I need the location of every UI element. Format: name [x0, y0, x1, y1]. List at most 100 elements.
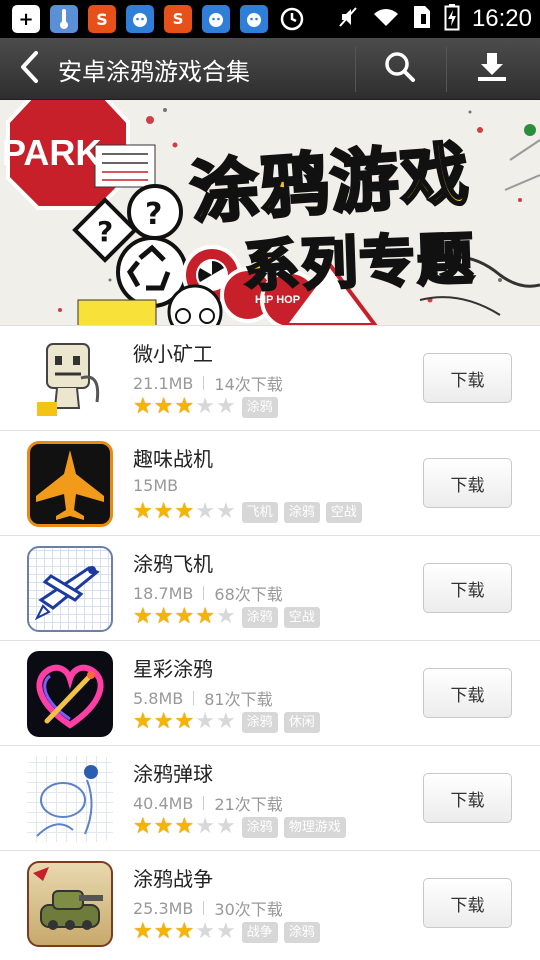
- list-item[interactable]: 涂鸦弹球 40.4MB 21次下载 ★ ★ ★ ★ ★ 涂鸦 物理游戏 下载: [0, 745, 540, 850]
- sim-icon: [412, 4, 432, 34]
- app-meta: 15MB: [133, 476, 178, 495]
- star-empty-icon: ★: [195, 394, 215, 419]
- star-filled-icon: ★: [174, 919, 195, 944]
- star-empty-icon: ★: [195, 919, 215, 944]
- app-meta: 18.7MB 68次下载: [133, 581, 283, 605]
- star-filled-icon: ★: [174, 499, 195, 524]
- star-filled-icon: ★: [153, 709, 174, 734]
- star-filled-icon: ★: [174, 394, 195, 419]
- park-sign-text: PARK: [2, 132, 102, 173]
- app-downloads: 21次下载: [214, 795, 283, 814]
- star-rating: ★ ★ ★ ★ ★: [133, 606, 236, 628]
- rating-and-tags: ★ ★ ★ ★ ★ 涂鸦 物理游戏: [133, 816, 352, 838]
- app-downloads: 68次下载: [214, 585, 283, 604]
- star-empty-icon: ★: [215, 394, 236, 419]
- star-filled-icon: ★: [153, 604, 174, 629]
- app-meta: 5.8MB 81次下载: [133, 686, 273, 710]
- search-icon: [383, 50, 417, 88]
- list-item[interactable]: 微小矿工 21.1MB 14次下载 ★ ★ ★ ★ ★ 涂鸦 下载: [0, 325, 540, 430]
- back-button[interactable]: [18, 50, 52, 88]
- star-rating: ★ ★ ★ ★ ★: [133, 921, 236, 943]
- tag: 涂鸦: [283, 501, 320, 523]
- tag: 涂鸦: [241, 606, 278, 628]
- star-empty-icon: ★: [215, 604, 236, 629]
- divider: [355, 46, 356, 92]
- app-icon-star-doodle: [27, 651, 113, 737]
- divider: [203, 376, 205, 390]
- sync-icon: [278, 5, 306, 33]
- add-icon: +: [12, 5, 40, 33]
- star-filled-icon: ★: [133, 499, 153, 524]
- android-app-icon: [202, 5, 230, 33]
- divider: [203, 796, 205, 810]
- search-button[interactable]: [370, 44, 430, 94]
- star-empty-icon: ★: [215, 919, 236, 944]
- app-size: 5.8MB: [133, 688, 184, 708]
- app-meta: 40.4MB 21次下载: [133, 791, 283, 815]
- app-list: 微小矿工 21.1MB 14次下载 ★ ★ ★ ★ ★ 涂鸦 下载 趣味战机 15MB …: [0, 325, 540, 955]
- star-filled-icon: ★: [133, 394, 153, 419]
- download-manager-button[interactable]: [462, 44, 522, 94]
- app-downloads: 81次下载: [204, 690, 273, 709]
- download-button[interactable]: 下载: [423, 668, 512, 718]
- star-filled-icon: ★: [195, 604, 215, 629]
- app-size: 40.4MB: [133, 793, 194, 813]
- star-filled-icon: ★: [174, 604, 195, 629]
- star-rating: ★ ★ ★ ★ ★: [133, 396, 236, 418]
- banner-title-line2: 系列专题: [241, 225, 478, 301]
- app-name: 涂鸦弹球: [133, 762, 213, 786]
- download-button[interactable]: 下载: [423, 458, 512, 508]
- tag: 空战: [325, 501, 362, 523]
- star-filled-icon: ★: [174, 709, 195, 734]
- list-item[interactable]: 涂鸦飞机 18.7MB 68次下载 ★ ★ ★ ★ ★ 涂鸦 空战 下载: [0, 535, 540, 640]
- star-filled-icon: ★: [133, 814, 153, 839]
- title-bar: 安卓涂鸦游戏合集: [0, 38, 540, 100]
- star-empty-icon: ★: [215, 709, 236, 734]
- svg-text:?: ?: [97, 215, 113, 248]
- download-button[interactable]: 下载: [423, 353, 512, 403]
- star-filled-icon: ★: [133, 919, 153, 944]
- battery-charging-icon: [444, 3, 460, 35]
- tag: 涂鸦: [241, 816, 278, 838]
- tag: 空战: [283, 606, 320, 628]
- app-icon-fighter: [27, 441, 113, 527]
- tag: 飞机: [241, 501, 278, 523]
- tag: 涂鸦: [241, 396, 278, 418]
- store-icon: S: [164, 5, 192, 33]
- app-size: 25.3MB: [133, 898, 194, 918]
- star-rating: ★ ★ ★ ★ ★: [133, 711, 236, 733]
- star-empty-icon: ★: [215, 814, 236, 839]
- svg-text:?: ?: [145, 197, 162, 232]
- download-button[interactable]: 下载: [423, 773, 512, 823]
- app-downloads: 14次下载: [214, 375, 283, 394]
- star-filled-icon: ★: [153, 919, 174, 944]
- app-name: 微小矿工: [133, 342, 213, 366]
- download-icon: [475, 50, 509, 88]
- list-item[interactable]: 趣味战机 15MB ★ ★ ★ ★ ★ 飞机 涂鸦 空战 下载: [0, 430, 540, 535]
- notification-icons: + S S: [12, 5, 306, 33]
- app-name: 涂鸦飞机: [133, 552, 213, 576]
- download-button[interactable]: 下载: [423, 563, 512, 613]
- list-item[interactable]: 星彩涂鸦 5.8MB 81次下载 ★ ★ ★ ★ ★ 涂鸦 休闲 下载: [0, 640, 540, 745]
- android-app-icon: [126, 5, 154, 33]
- star-filled-icon: ★: [133, 604, 153, 629]
- star-filled-icon: ★: [153, 394, 174, 419]
- download-button[interactable]: 下载: [423, 878, 512, 928]
- chevron-left-icon: [18, 50, 40, 88]
- app-meta: 25.3MB 30次下载: [133, 896, 283, 920]
- topic-banner[interactable]: ? ? PARK HIP HOP 涂鸦游戏 系列专题: [0, 100, 540, 325]
- app-icon-doodle-plane: [27, 546, 113, 632]
- app-icon-miner: [27, 336, 113, 422]
- app-name: 趣味战机: [133, 447, 213, 471]
- list-item[interactable]: 涂鸦战争 25.3MB 30次下载 ★ ★ ★ ★ ★ 战争 涂鸦 下载: [0, 850, 540, 955]
- app-size: 21.1MB: [133, 373, 194, 393]
- star-rating: ★ ★ ★ ★ ★: [133, 501, 236, 523]
- star-empty-icon: ★: [195, 499, 215, 524]
- star-filled-icon: ★: [153, 814, 174, 839]
- star-rating: ★ ★ ★ ★ ★: [133, 816, 236, 838]
- app-icon-doodle-pinball: [27, 756, 113, 842]
- tag: 物理游戏: [283, 816, 346, 838]
- rating-and-tags: ★ ★ ★ ★ ★ 涂鸦: [133, 396, 284, 418]
- star-empty-icon: ★: [215, 499, 236, 524]
- star-empty-icon: ★: [195, 709, 215, 734]
